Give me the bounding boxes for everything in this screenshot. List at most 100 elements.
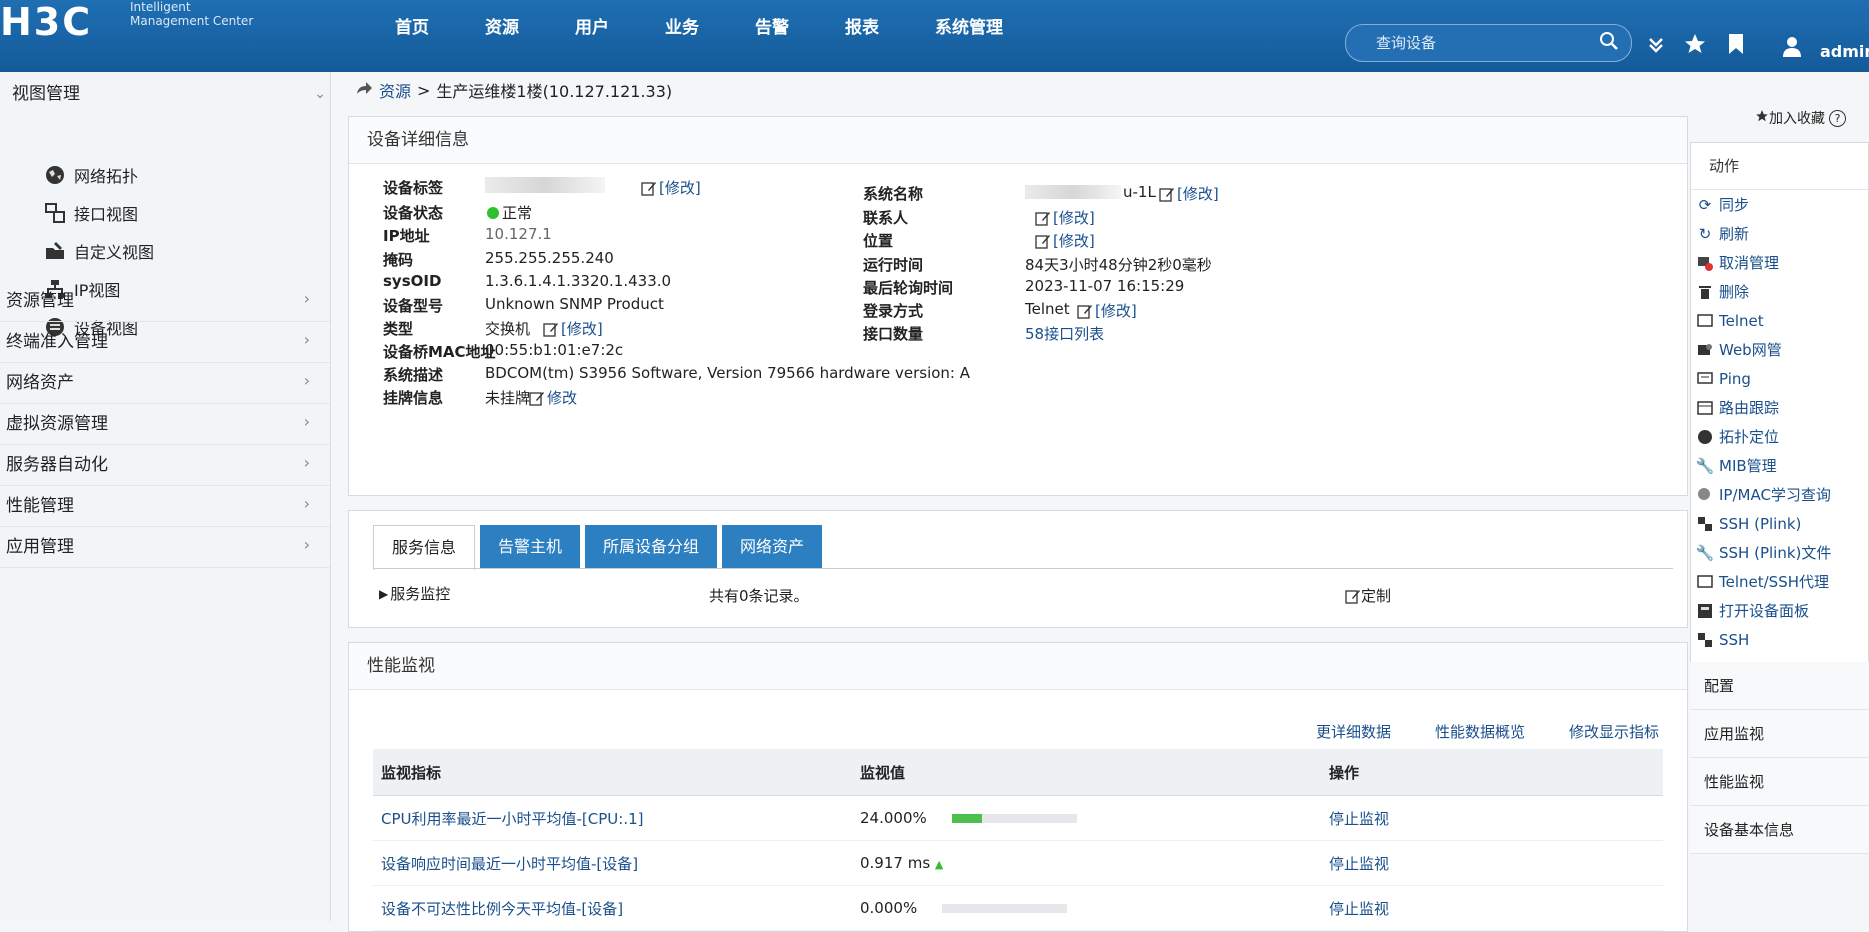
field-label: 登录方式 — [863, 302, 924, 320]
sidebar-item-interface-view[interactable]: 接口视图 — [44, 198, 138, 228]
nav-report[interactable]: 报表 — [817, 0, 907, 56]
search-globe-icon — [1695, 485, 1715, 505]
action-ssh-plink[interactable]: SSH (Plink) — [1691, 509, 1868, 538]
edit-system-name-link[interactable]: [修改] — [1159, 183, 1219, 204]
perf-overview-link[interactable]: 性能数据概览 — [1435, 721, 1525, 742]
nav-user[interactable]: 用户 — [547, 0, 637, 56]
more-data-link[interactable]: 更详细数据 — [1316, 721, 1391, 742]
action-telnet[interactable]: Telnet — [1691, 306, 1868, 335]
action-ssh[interactable]: SSH — [1691, 625, 1868, 654]
column-header: 操作 — [1321, 749, 1663, 796]
table-row: CPU利用率最近一小时平均值-[CPU:.1] 24.000% 停止监视 — [373, 795, 1663, 841]
edit-location-link[interactable]: [修改] — [1035, 230, 1095, 251]
sidebar-item-server-automation[interactable]: 服务器自动化 › — [0, 440, 330, 486]
add-favorite-button[interactable]: 加入收藏 ? — [1755, 108, 1846, 128]
metric-link[interactable]: 设备不可达性比例今天平均值-[设备] — [381, 900, 623, 918]
section-device-basic-info[interactable]: 设备基本信息 — [1690, 806, 1869, 854]
device-status: 正常 — [487, 202, 532, 223]
action-ssh-plink-file[interactable]: 🔧 SSH (Plink)文件 — [1691, 538, 1868, 567]
section-app-monitor[interactable]: 应用监视 — [1690, 710, 1869, 758]
action-unmanage[interactable]: 取消管理 — [1691, 248, 1868, 277]
metric-value-cell: 0.000% — [852, 885, 1321, 931]
action-mib-manage[interactable]: 🔧 MIB管理 — [1691, 451, 1868, 480]
user-icon[interactable] — [1782, 36, 1802, 62]
sidebar-item-custom-view[interactable]: 自定义视图 — [44, 236, 154, 266]
nav-alarm[interactable]: 告警 — [727, 0, 817, 56]
service-monitor-toggle[interactable]: ▶ 服务监控 — [379, 583, 450, 604]
logo[interactable]: H3C Intelligent Management Center — [0, 0, 270, 72]
sidebar-item-performance[interactable]: 性能管理 › — [0, 481, 330, 527]
action-ip-mac-query[interactable]: IP/MAC学习查询 — [1691, 480, 1868, 509]
double-chevron-down-icon[interactable] — [1648, 36, 1664, 58]
stop-monitor-link[interactable]: 停止监视 — [1329, 900, 1389, 918]
metric-value: 0.000% — [860, 899, 918, 917]
metric-bar — [941, 904, 1067, 913]
chevron-down-icon: ⌄ — [314, 86, 326, 102]
nav-home[interactable]: 首页 — [395, 0, 457, 56]
search-icon[interactable] — [1599, 31, 1619, 55]
customize-button[interactable]: 定制 — [1345, 585, 1391, 606]
edit-metrics-link[interactable]: 修改显示指标 — [1569, 721, 1659, 742]
top-bar: H3C Intelligent Management Center 首页 资源 … — [0, 0, 1869, 72]
chevron-right-icon: › — [303, 535, 310, 554]
edit-tag-info-link[interactable]: 修改 — [529, 387, 577, 408]
breadcrumb-root[interactable]: 资源 — [379, 78, 411, 102]
action-sync[interactable]: ⟳ 同步 — [1691, 190, 1868, 219]
sidebar-group-view[interactable]: 视图管理 ⌄ — [12, 72, 330, 116]
folder-edit-icon — [44, 240, 66, 262]
action-traceroute[interactable]: 路由跟踪 — [1691, 393, 1868, 422]
field-label: 设备标签 — [383, 179, 444, 197]
edit-contact-link[interactable]: [修改] — [1035, 207, 1095, 228]
stop-monitor-link[interactable]: 停止监视 — [1329, 855, 1389, 873]
user-name[interactable]: admin — [1820, 42, 1869, 61]
chevron-right-icon: › — [303, 412, 310, 431]
metric-bar — [951, 814, 1077, 823]
tab-device-group[interactable]: 所属设备分组 — [585, 525, 718, 569]
action-open-device-panel[interactable]: 打开设备面板 — [1691, 596, 1868, 625]
sidebar-item-application[interactable]: 应用管理 › — [0, 522, 330, 568]
breadcrumb-current: 生产运维楼1楼(10.127.121.33) — [436, 82, 673, 101]
table-row: 设备不可达性比例今天平均值-[设备] 0.000% 停止监视 — [373, 885, 1663, 931]
section-perf-monitor[interactable]: 性能监视 — [1690, 758, 1869, 806]
bookmark-icon[interactable] — [1727, 33, 1745, 59]
chevron-right-icon: › — [303, 330, 310, 349]
field-label: 设备状态 — [383, 204, 444, 222]
star-icon[interactable] — [1683, 32, 1707, 60]
action-telnet-ssh-proxy[interactable]: Telnet/SSH代理 — [1691, 567, 1868, 596]
action-delete[interactable]: 删除 — [1691, 277, 1868, 306]
nav-service[interactable]: 业务 — [637, 0, 727, 56]
interface-list-link[interactable]: 58接口列表 — [1025, 323, 1104, 344]
stop-monitor-link[interactable]: 停止监视 — [1329, 810, 1389, 828]
edit-login-method-link[interactable]: [修改] — [1077, 300, 1137, 321]
action-refresh[interactable]: ↻ 刷新 — [1691, 219, 1868, 248]
tab-service-info[interactable]: 服务信息 — [373, 525, 476, 570]
sidebar-item-endpoint-access[interactable]: 终端准入管理 › — [0, 317, 330, 363]
help-icon[interactable]: ? — [1829, 109, 1846, 127]
device-type-value: 交换机 — [485, 320, 531, 338]
metric-value: 0.917 ms — [860, 854, 931, 872]
nav-system[interactable]: 系统管理 — [907, 0, 1031, 56]
edit-device-label-link[interactable]: [修改] — [641, 177, 701, 198]
device-model-value: Unknown SNMP Product — [485, 295, 664, 313]
nav-resource[interactable]: 资源 — [457, 0, 547, 56]
chevron-right-icon: › — [303, 289, 310, 308]
sidebar-group-label: 视图管理 — [12, 84, 80, 104]
sidebar-item-network-assets[interactable]: 网络资产 › — [0, 358, 330, 404]
table-row: 设备响应时间最近一小时平均值-[设备] 0.917 ms ▲ 停止监视 — [373, 840, 1663, 886]
interface-icon — [44, 202, 66, 224]
action-ping[interactable]: Ping — [1691, 364, 1868, 393]
edit-device-type-link[interactable]: [修改] — [543, 318, 603, 339]
sidebar-item-resource-mgmt[interactable]: 资源管理 › — [0, 276, 330, 322]
action-web-manage[interactable]: Web网管 — [1691, 335, 1868, 364]
tab-network-assets[interactable]: 网络资产 — [722, 525, 823, 569]
section-config[interactable]: 配置 — [1690, 662, 1869, 710]
action-topology-locate[interactable]: 拓扑定位 — [1691, 422, 1868, 451]
sidebar-item-topology[interactable]: 网络拓扑 — [44, 160, 138, 190]
metric-link[interactable]: CPU利用率最近一小时平均值-[CPU:.1] — [381, 810, 643, 828]
metric-link[interactable]: 设备响应时间最近一小时平均值-[设备] — [381, 855, 638, 873]
globe-icon — [44, 164, 66, 186]
sidebar-item-virtual-resource[interactable]: 虚拟资源管理 › — [0, 399, 330, 445]
tab-alarm-host[interactable]: 告警主机 — [480, 525, 581, 569]
search-input[interactable] — [1374, 31, 1578, 55]
edit-icon — [1345, 589, 1360, 604]
